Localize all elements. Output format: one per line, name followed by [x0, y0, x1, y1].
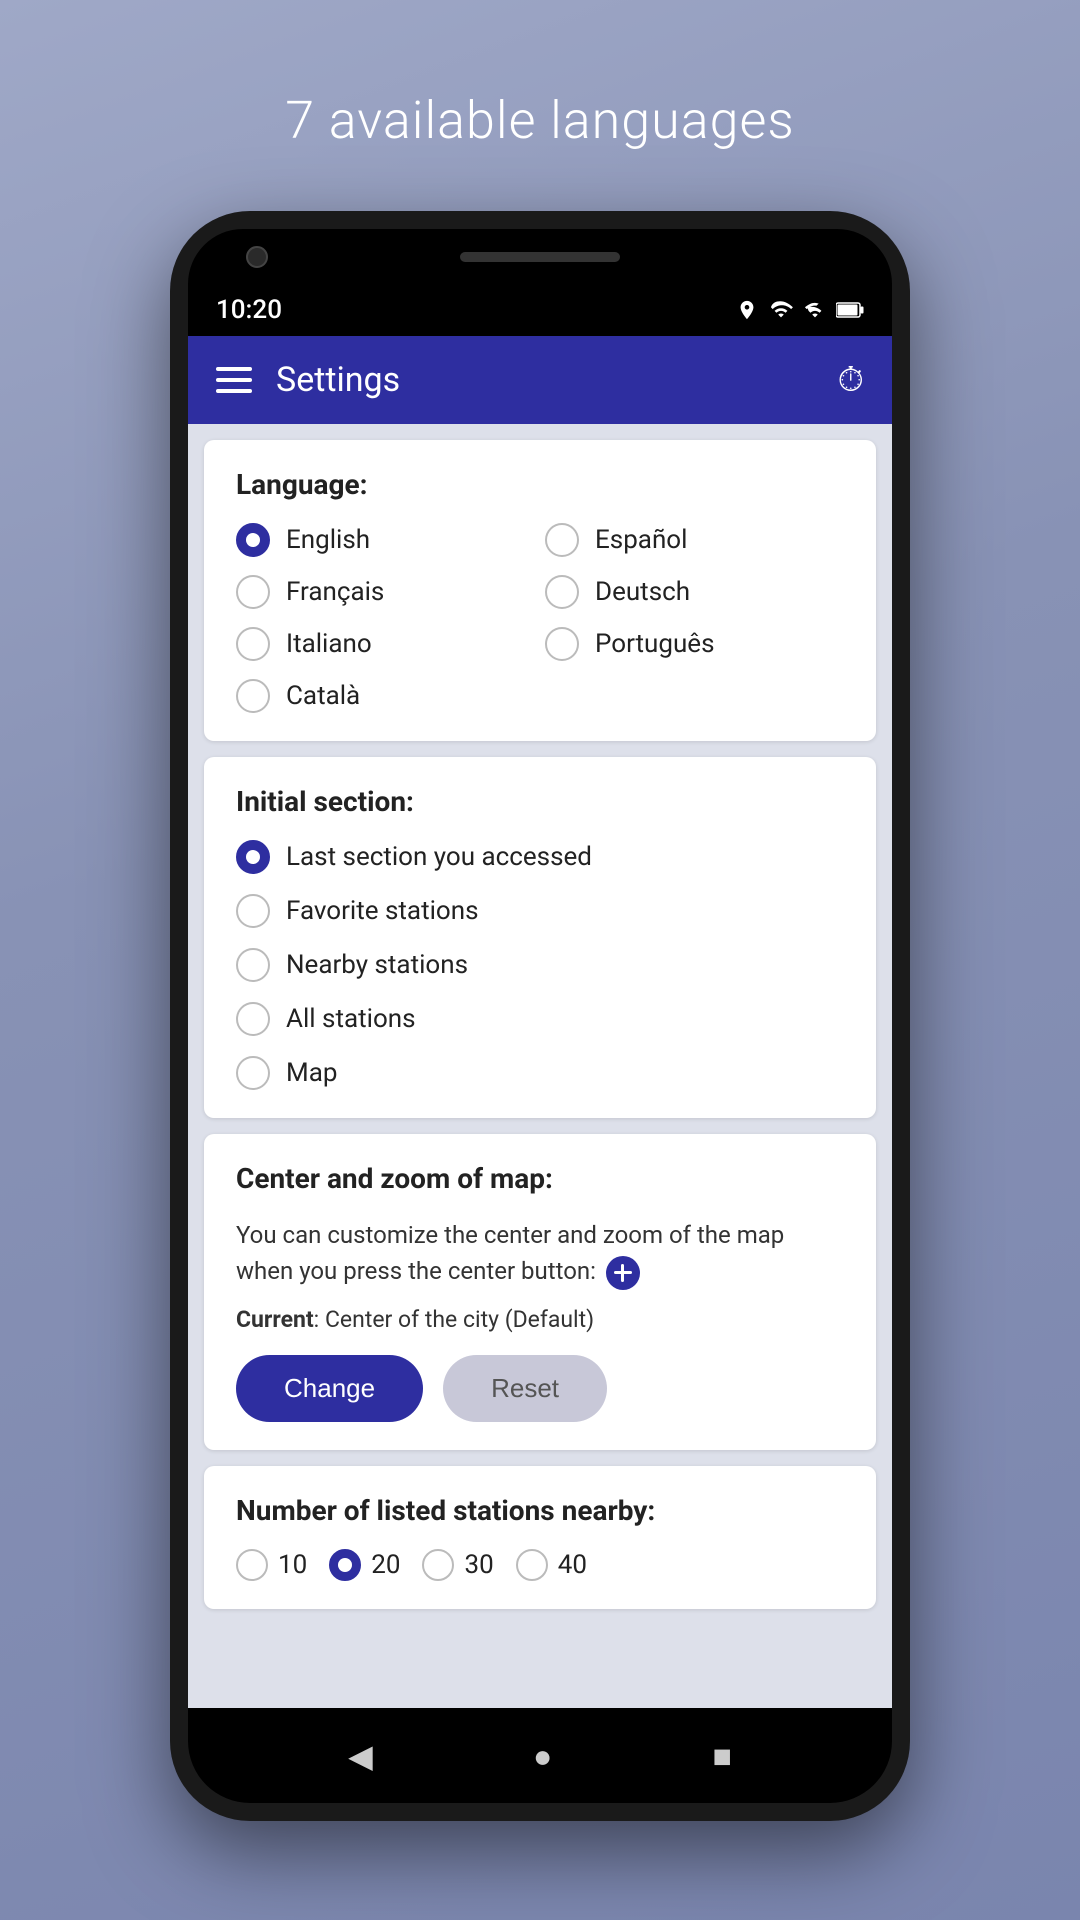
nearby-stations-title: Number of listed stations nearby:	[236, 1494, 844, 1527]
language-option-english[interactable]: English	[236, 523, 535, 557]
language-option-italiano[interactable]: Italiano	[236, 627, 535, 661]
radio-label-nearby-40: 40	[558, 1550, 587, 1580]
radio-circle-deutsch	[545, 575, 579, 609]
wifi-icon	[768, 299, 794, 321]
status-icons	[736, 299, 864, 321]
radio-circle-francais	[236, 575, 270, 609]
center-zoom-description: You can customize the center and zoom of…	[236, 1217, 844, 1290]
language-option-catala[interactable]: Català	[236, 679, 535, 713]
initial-option-nearby[interactable]: Nearby stations	[236, 948, 844, 982]
change-button[interactable]: Change	[236, 1355, 423, 1422]
radio-label-initial-favorite: Favorite stations	[286, 896, 479, 926]
initial-option-map[interactable]: Map	[236, 1056, 844, 1090]
radio-circle-initial-nearby	[236, 948, 270, 982]
radio-circle-espanol	[545, 523, 579, 557]
phone-top-bar	[188, 229, 892, 284]
nearby-option-40[interactable]: 40	[516, 1549, 587, 1581]
radio-circle-nearby-20	[329, 1549, 361, 1581]
radio-label-initial-last: Last section you accessed	[286, 842, 592, 872]
language-card: Language: English Español Français Deutsch I…	[204, 440, 876, 741]
radio-label-initial-nearby: Nearby stations	[286, 950, 468, 980]
language-option-espanol[interactable]: Español	[545, 523, 844, 557]
radio-circle-initial-favorite	[236, 894, 270, 928]
initial-option-last[interactable]: Last section you accessed	[236, 840, 844, 874]
radio-circle-initial-all	[236, 1002, 270, 1036]
radio-label-nearby-30: 30	[464, 1550, 493, 1580]
phone-bottom-bar: ◀ ● ■	[188, 1708, 892, 1803]
page-title: 7 available languages	[285, 90, 794, 151]
timer-icon[interactable]: ⏱	[837, 360, 864, 400]
radio-label-catala: Català	[286, 681, 360, 711]
initial-option-favorite[interactable]: Favorite stations	[236, 894, 844, 928]
radio-label-initial-map: Map	[286, 1058, 337, 1088]
language-option-portugues[interactable]: Português	[545, 627, 844, 661]
app-bar-title: Settings	[276, 360, 400, 400]
nearby-option-20[interactable]: 20	[329, 1549, 400, 1581]
signal-icon	[804, 299, 826, 321]
nearby-option-10[interactable]: 10	[236, 1549, 307, 1581]
radio-circle-english	[236, 523, 270, 557]
language-option-deutsch[interactable]: Deutsch	[545, 575, 844, 609]
nav-home-button[interactable]: ●	[533, 1737, 552, 1775]
reset-button[interactable]: Reset	[443, 1355, 607, 1422]
radio-label-italiano: Italiano	[286, 629, 372, 659]
radio-circle-nearby-10	[236, 1549, 268, 1581]
app-bar-left: Settings	[216, 360, 400, 400]
radio-circle-portugues	[545, 627, 579, 661]
center-zoom-title: Center and zoom of map:	[236, 1162, 844, 1195]
radio-circle-catala	[236, 679, 270, 713]
center-zoom-card: Center and zoom of map: You can customiz…	[204, 1134, 876, 1450]
radio-label-deutsch: Deutsch	[595, 577, 690, 607]
current-value-text: Current: Center of the city (Default)	[236, 1306, 844, 1333]
language-option-francais[interactable]: Français	[236, 575, 535, 609]
nearby-radio-row: 10 20 30 40	[236, 1549, 844, 1581]
phone-speaker	[460, 252, 620, 262]
battery-icon	[836, 299, 864, 321]
initial-section-card: Initial section: Last section you access…	[204, 757, 876, 1118]
radio-circle-nearby-40	[516, 1549, 548, 1581]
initial-option-all[interactable]: All stations	[236, 1002, 844, 1036]
location-icon	[736, 299, 758, 321]
nearby-stations-card: Number of listed stations nearby: 10 20 30…	[204, 1466, 876, 1609]
initial-section-title: Initial section:	[236, 785, 844, 818]
radio-circle-initial-last	[236, 840, 270, 874]
center-button-icon	[606, 1256, 640, 1290]
initial-section-list: Last section you accessed Favorite statio…	[236, 840, 844, 1090]
status-time: 10:20	[216, 295, 282, 325]
phone-frame: 10:20	[170, 211, 910, 1821]
radio-label-francais: Français	[286, 577, 384, 607]
phone-screen: 10:20	[188, 284, 892, 1708]
nav-back-button[interactable]: ◀	[348, 1737, 373, 1775]
radio-label-initial-all: All stations	[286, 1004, 416, 1034]
radio-label-nearby-10: 10	[278, 1550, 307, 1580]
status-bar: 10:20	[188, 284, 892, 336]
radio-label-portugues: Português	[595, 629, 715, 659]
screen-content: Language: English Español Français Deutsch I…	[188, 424, 892, 1708]
radio-label-espanol: Español	[595, 525, 687, 555]
language-title: Language:	[236, 468, 844, 501]
radio-label-english: English	[286, 525, 370, 555]
button-row: Change Reset	[236, 1355, 844, 1422]
app-bar: Settings ⏱	[188, 336, 892, 424]
nearby-option-30[interactable]: 30	[422, 1549, 493, 1581]
nav-recent-button[interactable]: ■	[713, 1737, 732, 1775]
radio-circle-initial-map	[236, 1056, 270, 1090]
language-grid: English Español Français Deutsch Italiano Por…	[236, 523, 844, 713]
phone-camera	[246, 246, 268, 268]
radio-label-nearby-20: 20	[371, 1550, 400, 1580]
radio-circle-italiano	[236, 627, 270, 661]
hamburger-icon[interactable]	[216, 367, 252, 393]
radio-circle-nearby-30	[422, 1549, 454, 1581]
